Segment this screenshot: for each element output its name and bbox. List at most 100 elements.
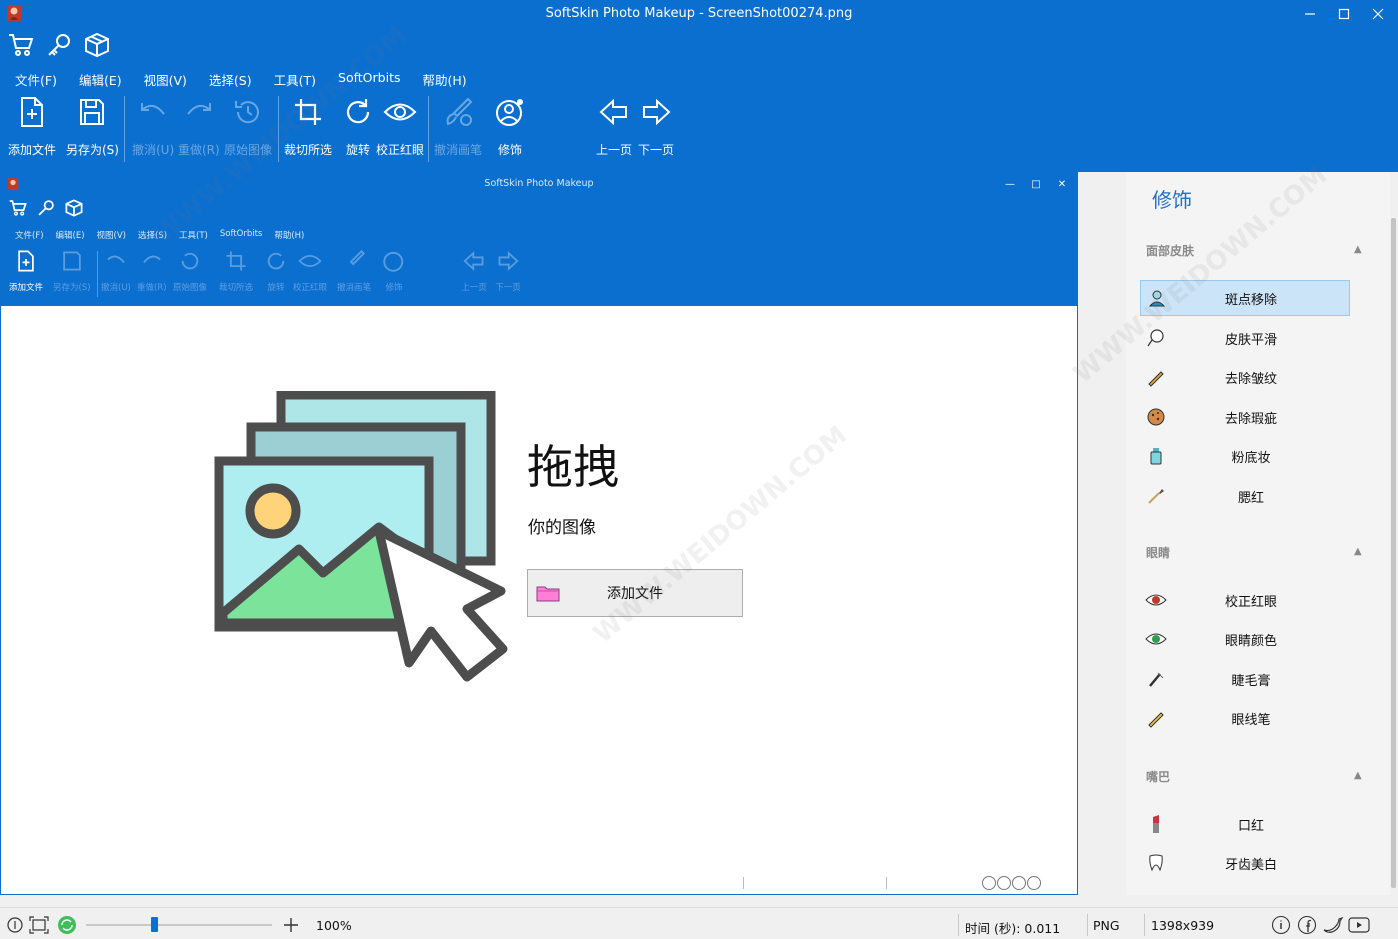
status-bar: 100% 时间 (秒): 0.011 PNG 1398x939 <box>0 907 1398 939</box>
drop-images-illustration <box>214 391 508 682</box>
tool-spot-removal[interactable]: 斑点移除 <box>1140 280 1350 316</box>
tool-foundation[interactable]: 粉底妆 <box>1140 438 1350 474</box>
fit-to-window-icon[interactable] <box>28 914 50 936</box>
info-icon[interactable] <box>1270 914 1292 936</box>
panel-scrollbar[interactable] <box>1390 172 1398 895</box>
status-divider <box>958 914 959 936</box>
embedded-tool-label: 原始图像 <box>173 283 208 293</box>
image-dimensions: 1398x939 <box>1151 918 1215 933</box>
embedded-tool-label: 撤消(U) <box>101 283 131 293</box>
tool-skin-smoothing[interactable]: 皮肤平滑 <box>1140 320 1350 356</box>
embedded-tool-label: 上一页 <box>461 283 487 293</box>
add-file-icon <box>14 92 50 132</box>
next-page-button[interactable]: 下一页 <box>638 92 674 162</box>
embedded-minimize-icon: — <box>1005 178 1015 190</box>
zoom-slider-thumb[interactable] <box>151 917 158 932</box>
undo-stroke-button[interactable]: 撤消画笔 <box>434 92 482 162</box>
package-icon[interactable] <box>82 30 112 60</box>
twitter-icon[interactable] <box>1322 914 1344 936</box>
processing-time: 时间 (秒): 0.011 <box>965 921 1061 936</box>
redo-label: 重做(R) <box>178 143 220 157</box>
retouch-panel: 修饰 面部皮肤 ▲ 斑点移除 皮肤平滑 去除皱纹 去除瑕疵 粉底妆 腮红 眼睛 … <box>1126 172 1390 895</box>
arrow-left-icon <box>461 247 487 275</box>
bottle-icon <box>1140 446 1172 466</box>
menu-softorbits[interactable]: SoftOrbits <box>335 70 403 88</box>
embedded-social-icons <box>982 876 1041 890</box>
tool-lipstick[interactable]: 口红 <box>1140 806 1350 842</box>
section-eyes[interactable]: 眼睛 <box>1146 544 1170 561</box>
embedded-menu-item: SoftOrbits <box>219 229 263 239</box>
undo-button[interactable]: 撤消(U) <box>132 92 174 162</box>
cookie-icon <box>1140 407 1172 427</box>
zoom-slider-track[interactable] <box>86 924 272 926</box>
status-divider <box>1087 914 1088 936</box>
embedded-tool: 重做(R) <box>137 247 167 293</box>
tool-teeth-whitening[interactable]: 牙齿美白 <box>1140 845 1350 881</box>
collapse-arrow-icon[interactable]: ▲ <box>1354 770 1362 781</box>
prev-page-button[interactable]: 上一页 <box>596 92 632 162</box>
brush-undo-icon <box>341 247 367 275</box>
refresh-icon[interactable] <box>56 914 78 936</box>
eye-icon <box>297 247 323 275</box>
original-image-button[interactable]: 原始图像 <box>224 92 272 162</box>
add-file-button[interactable]: 添加文件 <box>8 92 56 162</box>
mascara-icon <box>1140 669 1172 689</box>
add-file-large-button[interactable]: 添加文件 <box>527 569 743 617</box>
close-button[interactable] <box>1358 2 1398 26</box>
red-eye-button[interactable]: 校正红眼 <box>376 92 424 162</box>
image-canvas[interactable]: SoftSkin Photo Makeup — □ ✕ 文件(F) 编辑(E) … <box>0 172 1078 895</box>
undo-label: 撤消(U) <box>132 143 175 157</box>
tool-label: 去除皱纹 <box>1224 371 1277 387</box>
tool-mascara[interactable]: 睫毛膏 <box>1140 661 1350 697</box>
save-icon <box>59 247 85 275</box>
embedded-tool: 裁切所选 <box>219 247 253 293</box>
embedded-tool-label: 下一页 <box>495 283 521 293</box>
scrollbar-thumb[interactable] <box>1391 218 1396 888</box>
tool-remove-blemishes[interactable]: 去除瑕疵 <box>1140 399 1350 435</box>
history-icon <box>177 247 203 275</box>
youtube-icon[interactable] <box>1348 914 1370 936</box>
history-icon <box>230 92 266 132</box>
facebook-icon[interactable] <box>1296 914 1318 936</box>
cart-icon[interactable] <box>6 30 36 60</box>
save-as-label: 另存为(S) <box>66 143 119 157</box>
menu-tools[interactable]: 工具(T) <box>271 70 319 88</box>
arrow-right-icon <box>495 247 521 275</box>
embedded-tool: 撤消(U) <box>101 247 131 293</box>
retouch-label: 修饰 <box>497 143 522 157</box>
zoom-level: 100% <box>316 918 352 933</box>
zoom-icon[interactable] <box>4 914 26 936</box>
tool-blush[interactable]: 腮红 <box>1140 478 1350 514</box>
tool-eye-color[interactable]: 眼睛颜色 <box>1140 621 1350 657</box>
tool-label: 皮肤平滑 <box>1224 332 1277 348</box>
tool-eyeliner[interactable]: 眼线笔 <box>1140 700 1350 736</box>
tool-red-eye[interactable]: 校正红眼 <box>1140 582 1350 618</box>
tool-remove-wrinkles[interactable]: 去除皱纹 <box>1140 359 1350 395</box>
collapse-arrow-icon[interactable]: ▲ <box>1354 546 1362 557</box>
rotate-button[interactable]: 旋转 <box>340 92 376 162</box>
crop-button[interactable]: 裁切所选 <box>284 92 332 162</box>
embedded-tool: 修饰 <box>381 247 407 293</box>
menu-help[interactable]: 帮助(H) <box>419 70 469 88</box>
red-eye-label: 校正红眼 <box>376 143 425 157</box>
menu-select[interactable]: 选择(S) <box>206 70 255 88</box>
sponge-icon <box>1140 328 1172 348</box>
embedded-tool: 添加文件 <box>9 247 43 293</box>
zoom-in-icon[interactable] <box>280 914 302 936</box>
menu-view[interactable]: 视图(V) <box>141 70 190 88</box>
embedded-tool-label: 另存为(S) <box>53 283 91 293</box>
key-icon[interactable] <box>44 30 74 60</box>
menu-file[interactable]: 文件(F) <box>12 70 60 88</box>
section-mouth[interactable]: 嘴巴 <box>1146 768 1170 785</box>
section-face-skin[interactable]: 面部皮肤 <box>1146 242 1194 259</box>
save-as-button[interactable]: 另存为(S) <box>66 92 119 162</box>
window-title: SoftSkin Photo Makeup - ScreenShot00274.… <box>545 6 853 21</box>
collapse-arrow-icon[interactable]: ▲ <box>1354 244 1362 255</box>
drag-subtitle: 你的图像 <box>528 518 596 538</box>
brush-icon <box>1140 486 1172 506</box>
status-divider <box>743 877 744 889</box>
redo-button[interactable]: 重做(R) <box>178 92 220 162</box>
menu-edit[interactable]: 编辑(E) <box>76 70 125 88</box>
tooth-icon <box>1140 853 1172 873</box>
retouch-button[interactable]: 修饰 <box>492 92 528 162</box>
